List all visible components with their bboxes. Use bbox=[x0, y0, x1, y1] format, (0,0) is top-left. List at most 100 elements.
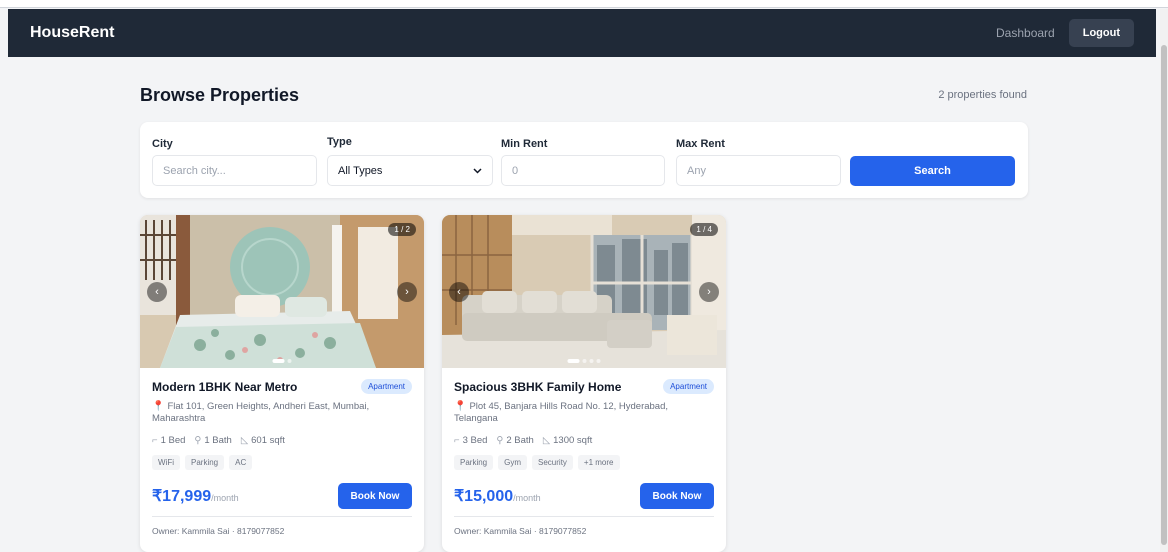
type-select[interactable]: All Types bbox=[327, 155, 493, 186]
beds-text: 3 Bed bbox=[462, 435, 488, 446]
min-rent-input[interactable]: 0 bbox=[501, 155, 665, 186]
nav-actions: Dashboard Logout bbox=[996, 19, 1134, 47]
page-title: Browse Properties bbox=[140, 85, 300, 105]
scrollbar-thumb[interactable] bbox=[1161, 45, 1167, 545]
carousel-dot[interactable] bbox=[287, 359, 292, 363]
navbar: HouseRent Dashboard Logout bbox=[8, 9, 1156, 57]
area-icon: ◺ bbox=[240, 435, 249, 446]
property-type-badge: Apartment bbox=[361, 379, 412, 394]
chevron-left-icon[interactable]: ‹ bbox=[147, 282, 167, 302]
window-top-strip bbox=[0, 0, 1168, 8]
search-button[interactable]: Search bbox=[850, 156, 1015, 186]
property-specs: ⌐ 1 Bed ⚲ 1 Bath ◺ 601 sqft bbox=[152, 435, 412, 446]
property-title[interactable]: Spacious 3BHK Family Home bbox=[454, 380, 621, 394]
chevron-down-icon bbox=[473, 166, 482, 176]
image-carousel-dots bbox=[567, 359, 601, 363]
image-counter: 1 / 2 bbox=[388, 223, 416, 236]
baths-spec: ⚲ 1 Bath bbox=[194, 435, 231, 446]
max-rent-input[interactable]: Any bbox=[676, 155, 841, 186]
bed-icon: ⌐ bbox=[152, 435, 158, 446]
page-scrollbar[interactable] bbox=[1160, 9, 1168, 552]
min-rent-placeholder: 0 bbox=[512, 164, 519, 177]
book-now-button[interactable]: Book Now bbox=[640, 483, 714, 509]
owner-info: Owner: Kammila Sai · 8179077852 bbox=[454, 526, 587, 536]
min-rent-label: Min Rent bbox=[501, 138, 548, 150]
logout-button[interactable]: Logout bbox=[1068, 19, 1134, 47]
property-image[interactable]: 1 / 4 ‹ › bbox=[442, 215, 726, 368]
amenity-tag: Parking bbox=[454, 455, 494, 470]
property-card[interactable]: 1 / 4 ‹ › Spacious 3BHK Family Home Apar… bbox=[442, 215, 726, 552]
chevron-left-icon[interactable]: ‹ bbox=[449, 282, 469, 302]
baths-spec: ⚲ 2 Bath bbox=[496, 435, 533, 446]
amenity-tag: WiFi bbox=[152, 455, 180, 470]
property-type-badge: Apartment bbox=[663, 379, 714, 394]
price-row: ₹15,000/month Book Now bbox=[454, 483, 714, 509]
beds-spec: ⌐ 3 Bed bbox=[454, 435, 487, 446]
amenity-tag: Parking bbox=[185, 455, 225, 470]
carousel-dot[interactable] bbox=[582, 359, 587, 363]
title-row: Modern 1BHK Near Metro Apartment bbox=[152, 379, 412, 394]
rent-price: ₹17,999/month bbox=[152, 486, 239, 506]
card-body: Spacious 3BHK Family Home Apartment 📍 Plo… bbox=[454, 379, 714, 536]
address-text: Plot 45, Banjara Hills Road No. 12, Hyde… bbox=[454, 401, 669, 424]
image-counter: 1 / 4 bbox=[690, 223, 718, 236]
amenity-tag: Security bbox=[532, 455, 573, 470]
dashboard-link[interactable]: Dashboard bbox=[996, 26, 1055, 40]
carousel-dot[interactable] bbox=[272, 359, 285, 363]
property-image[interactable]: 1 / 2 ‹ › bbox=[140, 215, 424, 368]
bath-icon: ⚲ bbox=[496, 435, 504, 446]
city-label: City bbox=[152, 138, 173, 150]
amenity-tags: Parking Gym Security +1 more bbox=[454, 455, 714, 470]
area-spec: ◺ 601 sqft bbox=[241, 435, 285, 446]
type-label: Type bbox=[327, 136, 352, 148]
city-placeholder: Search city... bbox=[163, 164, 226, 177]
property-address: 📍 Plot 45, Banjara Hills Road No. 12, Hyd… bbox=[454, 401, 714, 425]
type-select-value: All Types bbox=[338, 164, 383, 177]
max-rent-placeholder: Any bbox=[687, 164, 706, 177]
max-rent-label: Max Rent bbox=[676, 138, 725, 150]
area-text: 601 sqft bbox=[251, 435, 285, 446]
divider bbox=[152, 516, 412, 517]
filter-panel: City Search city... Type All Types Min R… bbox=[140, 122, 1028, 198]
amenity-tag: +1 more bbox=[577, 455, 620, 470]
price-row: ₹17,999/month Book Now bbox=[152, 483, 412, 509]
price-unit: /month bbox=[513, 493, 541, 503]
image-carousel-dots bbox=[272, 359, 292, 363]
chevron-right-icon[interactable]: › bbox=[699, 282, 719, 302]
location-pin-icon: 📍 bbox=[454, 401, 467, 412]
area-spec: ◺ 1300 sqft bbox=[543, 435, 592, 446]
amenity-tags: WiFi Parking AC bbox=[152, 455, 412, 470]
title-row: Spacious 3BHK Family Home Apartment bbox=[454, 379, 714, 394]
bath-icon: ⚲ bbox=[194, 435, 202, 446]
beds-spec: ⌐ 1 Bed bbox=[152, 435, 185, 446]
bedroom-photo bbox=[140, 215, 424, 368]
results-count: 2 properties found bbox=[938, 89, 1027, 101]
divider bbox=[454, 516, 714, 517]
book-now-button[interactable]: Book Now bbox=[338, 483, 412, 509]
baths-text: 1 Bath bbox=[204, 435, 232, 446]
brand-logo[interactable]: HouseRent bbox=[30, 24, 114, 42]
amenity-tag: AC bbox=[229, 455, 253, 470]
price-value: ₹17,999 bbox=[152, 488, 212, 505]
carousel-dot[interactable] bbox=[589, 359, 594, 363]
property-address: 📍 Flat 101, Green Heights, Andheri East, … bbox=[152, 401, 412, 425]
city-input[interactable]: Search city... bbox=[152, 155, 317, 186]
price-unit: /month bbox=[211, 493, 239, 503]
address-text: Flat 101, Green Heights, Andheri East, M… bbox=[152, 401, 370, 424]
area-icon: ◺ bbox=[542, 435, 551, 446]
property-card[interactable]: 1 / 2 ‹ › Modern 1BHK Near Metro Apartme… bbox=[140, 215, 424, 552]
owner-info: Owner: Kammila Sai · 8179077852 bbox=[152, 526, 285, 536]
beds-text: 1 Bed bbox=[160, 435, 186, 446]
carousel-dot[interactable] bbox=[567, 359, 580, 363]
price-value: ₹15,000 bbox=[454, 488, 514, 505]
amenity-tag: Gym bbox=[498, 455, 528, 470]
carousel-dot[interactable] bbox=[596, 359, 601, 363]
baths-text: 2 Bath bbox=[506, 435, 534, 446]
rent-price: ₹15,000/month bbox=[454, 486, 541, 506]
area-text: 1300 sqft bbox=[553, 435, 593, 446]
location-pin-icon: 📍 bbox=[152, 401, 165, 412]
property-title[interactable]: Modern 1BHK Near Metro bbox=[152, 380, 297, 394]
chevron-right-icon[interactable]: › bbox=[397, 282, 417, 302]
property-specs: ⌐ 3 Bed ⚲ 2 Bath ◺ 1300 sqft bbox=[454, 435, 714, 446]
card-body: Modern 1BHK Near Metro Apartment 📍 Flat 1… bbox=[152, 379, 412, 536]
